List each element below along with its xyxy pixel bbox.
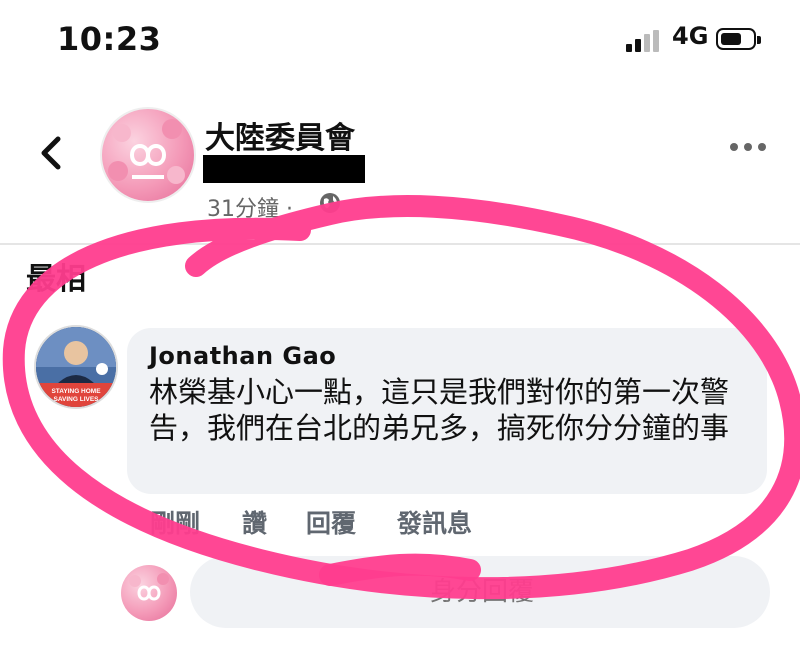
reply-button[interactable]: 回覆 [306, 504, 356, 540]
page-logo-icon [129, 573, 169, 601]
more-options-button[interactable] [728, 137, 768, 157]
battery-icon [716, 28, 761, 50]
avatar-caption-line2: SAVING LIVES [53, 396, 99, 403]
redacted-block [203, 155, 365, 183]
page-avatar[interactable] [100, 107, 196, 203]
comment-time[interactable]: 剛剛 [150, 504, 200, 540]
cellular-signal-icon [626, 30, 666, 52]
profile-photo: STAYING HOME SAVING LIVES [36, 327, 116, 407]
comment-text: 林榮基小心一點，這只是我們對你的第一次警告，我們在台北的弟兄多，搞死你分分鐘的事 [149, 375, 730, 445]
page-name[interactable]: 大陸委員會 [205, 113, 355, 157]
message-button[interactable]: 發訊息 [397, 504, 472, 540]
avatar-caption-line1: STAYING HOME [51, 388, 101, 395]
status-bar: 10:23 4G [0, 0, 800, 80]
comment-author[interactable]: Jonathan Gao [149, 342, 336, 370]
back-button[interactable] [32, 133, 72, 173]
reply-avatar [121, 565, 177, 621]
comment-bubble[interactable]: Jonathan Gao 林榮基小心一點，這只是我們對你的第一次警告，我們在台北… [127, 328, 767, 494]
post-header: 大陸委員會 31分鐘 · [0, 95, 800, 225]
commenter-avatar[interactable]: STAYING HOME SAVING LIVES [34, 325, 118, 409]
reply-input[interactable] [190, 556, 770, 628]
chevron-left-icon [41, 136, 61, 170]
comments-sort-label[interactable]: 最相 [26, 254, 86, 298]
network-type: 4G [672, 22, 709, 50]
post-timestamp[interactable]: 31分鐘 · [207, 191, 293, 223]
clock-time: 10:23 [57, 20, 162, 58]
globe-icon [320, 193, 340, 213]
section-divider [0, 243, 800, 245]
more-dots-icon [730, 143, 766, 151]
page-logo-icon [108, 119, 185, 184]
like-button[interactable]: 讚 [242, 504, 267, 540]
